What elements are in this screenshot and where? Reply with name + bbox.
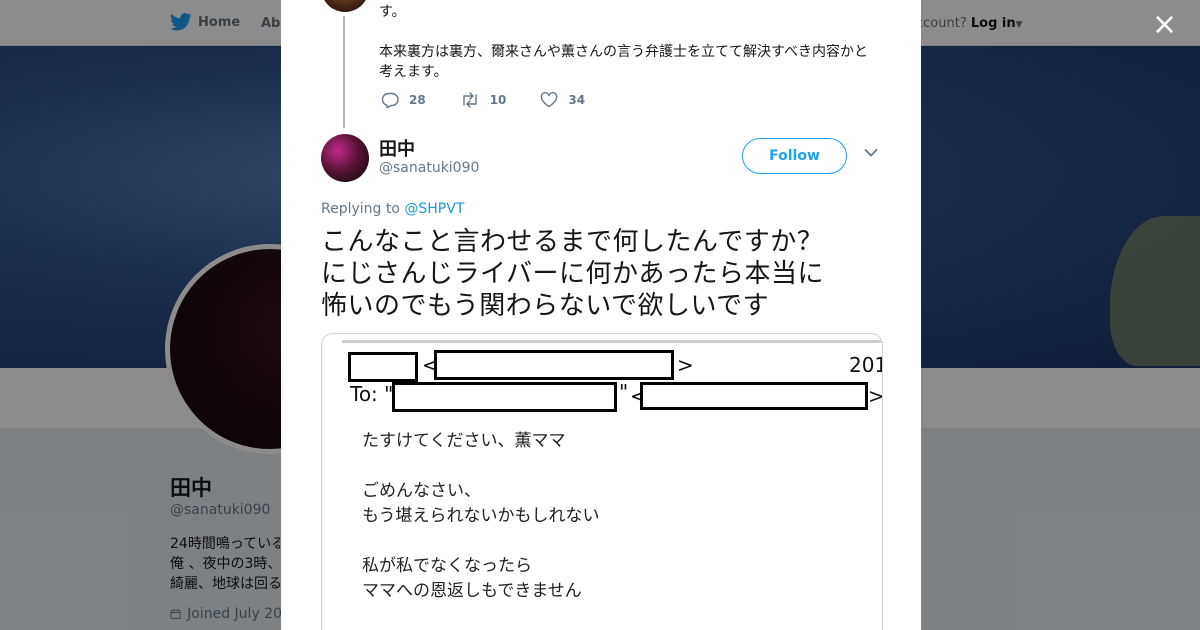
redaction-box [640,382,868,410]
redaction-box [348,352,418,382]
media-bracket-close: > [868,384,882,408]
media-text-line: もう堪えられないかもしれない [362,506,600,526]
media-quote: " [619,380,629,404]
heart-icon [541,92,558,108]
previous-tweet-line: す。 [379,4,406,20]
previous-tweet-line: 考えます。 [379,64,448,80]
retweet-count: 10 [489,93,507,107]
author-name[interactable]: 田中 [379,135,415,161]
media-bracket-close: > [677,353,694,377]
retweet-icon [463,92,477,108]
reply-count: 28 [409,93,426,107]
media-text-line: たすけてください、薫ママ [362,431,566,451]
tweet-modal: す。 本来裏方は裏方、爾来さんや薫さんの言う弁護士を立てて解決すべき内容かと 考… [281,0,921,630]
redaction-box [392,382,617,412]
reply-icon [381,92,399,108]
thread-connector-line [343,16,345,128]
tweet-text: こんなこと言わせるまで何したんですか？ にじさんじライバーに何かあったら本当に … [321,226,881,322]
replying-prefix: Replying to [321,201,400,217]
previous-tweet-avatar[interactable] [321,0,369,12]
media-text-line: ママへの恩返しもできません [362,581,582,601]
tweet-line: にじさんじライバーに何かあったら本当に [321,259,824,289]
retweet-button[interactable]: 10 [460,92,507,108]
media-text-line: 私が私でなくなったら [362,556,532,576]
tweet-line: こんなこと言わせるまで何したんですか？ [321,227,824,257]
author-handle[interactable]: @sanatuki090 [379,160,479,176]
media-year: 201 [849,353,882,377]
author-avatar[interactable] [321,134,369,182]
tweet-line: 怖いのでもう関わらないで欲しいです [321,291,770,321]
replying-to-link[interactable]: @SHPVT [404,201,464,217]
media-text-line: ごめんなさい、 [362,481,481,501]
like-button[interactable]: 34 [540,92,585,108]
media-top-rule [342,340,882,343]
redaction-box [434,350,674,380]
previous-tweet-line: 本来裏方は裏方、爾来さんや薫さんの言う弁護士を立てて解決すべき内容かと [379,44,869,60]
tweet-media-image[interactable]: < > 201 To: " " < > たすけてください、薫ママ ごめんなさい、… [321,333,883,630]
follow-button[interactable]: Follow [742,138,847,174]
chevron-down-icon[interactable] [864,148,878,158]
previous-tweet-text: す。 本来裏方は裏方、爾来さんや薫さんの言う弁護士を立てて解決すべき内容かと 考… [379,2,879,82]
like-count: 34 [568,93,586,107]
close-icon[interactable]: × [1152,10,1177,40]
reply-button[interactable]: 28 [381,92,426,108]
previous-tweet-actions: 28 10 34 [381,92,585,108]
media-to-label: To: " [350,382,394,406]
replying-to: Replying to @SHPVT [321,201,464,217]
